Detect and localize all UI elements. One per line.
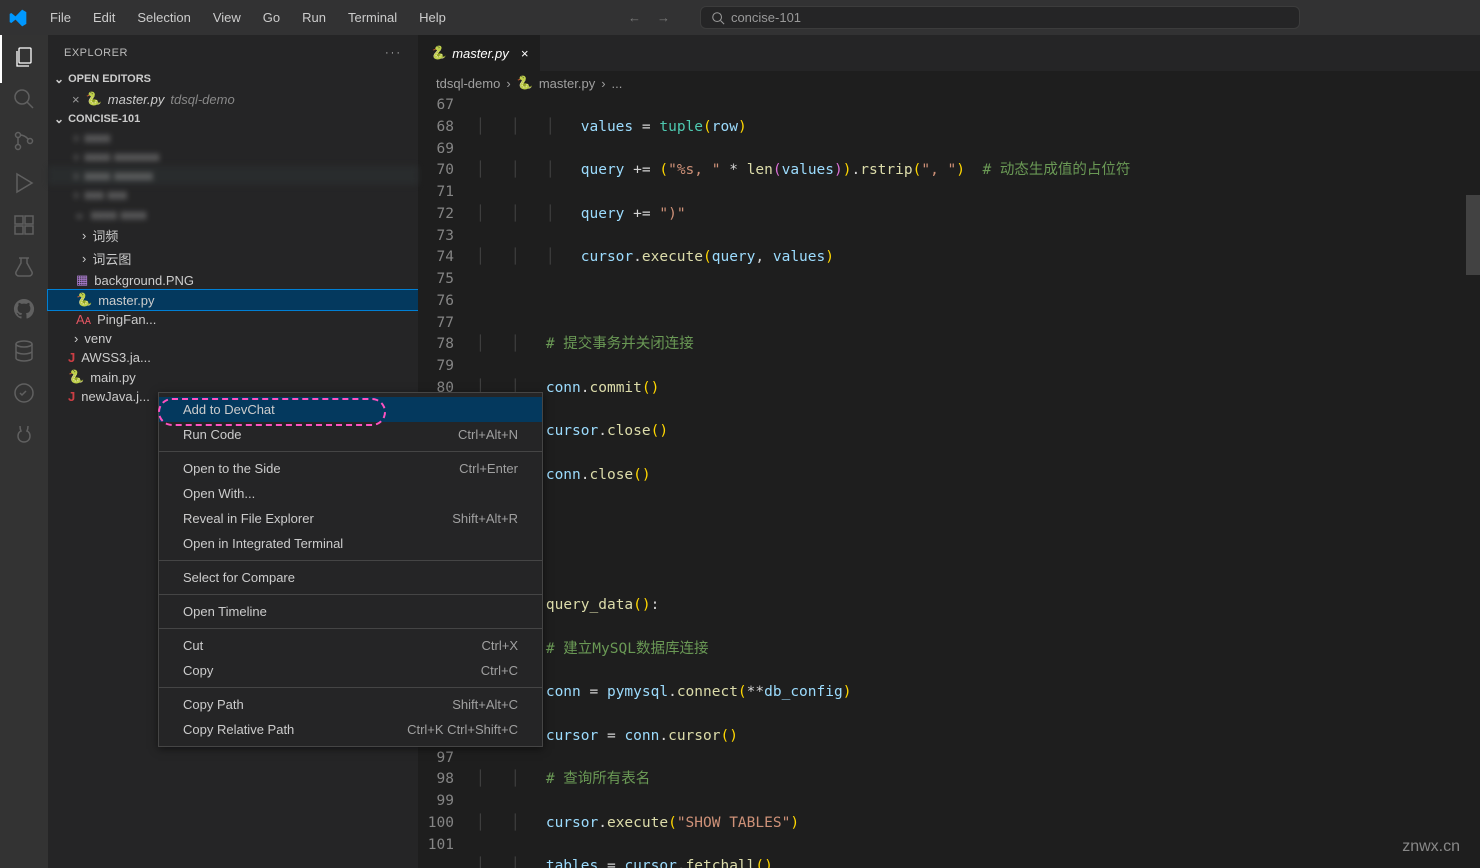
- code-content[interactable]: │ │ │ values = tuple(row) │ │ │ query +=…: [476, 95, 1480, 868]
- java-icon: J: [68, 389, 75, 404]
- folder-item[interactable]: ›xxxx: [48, 128, 418, 147]
- ctx-open-with[interactable]: Open With...: [159, 481, 542, 506]
- context-menu: Add to DevChat Run CodeCtrl+Alt+N Open t…: [158, 392, 543, 747]
- tab-bar: 🐍 master.py ×: [418, 35, 1480, 71]
- chevron-down-icon: ⌄: [54, 72, 64, 86]
- folder-ciyun[interactable]: ›词云图: [48, 247, 418, 270]
- menu-view[interactable]: View: [203, 6, 251, 29]
- python-icon: 🐍: [68, 369, 84, 385]
- code-editor[interactable]: 6768697071727374757677787980818283848586…: [418, 95, 1480, 868]
- main-menu: File Edit Selection View Go Run Terminal…: [40, 6, 456, 29]
- folder-item[interactable]: ›xxx xxx: [48, 185, 418, 204]
- chevron-right-icon: ›: [82, 228, 86, 243]
- command-center[interactable]: concise-101: [700, 6, 1300, 29]
- run-debug-icon[interactable]: [12, 171, 36, 195]
- ctx-reveal[interactable]: Reveal in File ExplorerShift+Alt+R: [159, 506, 542, 531]
- ctx-open-timeline[interactable]: Open Timeline: [159, 599, 542, 624]
- explorer-title: EXPLORER: [64, 47, 128, 59]
- chevron-right-icon: ›: [506, 76, 510, 91]
- python-icon: 🐍: [86, 91, 102, 107]
- scrollbar-thumb[interactable]: [1466, 195, 1480, 275]
- ctx-copy[interactable]: CopyCtrl+C: [159, 658, 542, 683]
- rabbit-icon[interactable]: [12, 423, 36, 447]
- folder-item[interactable]: ›xxxx xxxxxx: [48, 166, 418, 185]
- nav-arrows: ← →: [628, 10, 680, 25]
- file-background[interactable]: ▦background.PNG: [48, 270, 418, 290]
- ctx-open-side[interactable]: Open to the SideCtrl+Enter: [159, 456, 542, 481]
- menu-terminal[interactable]: Terminal: [338, 6, 407, 29]
- ctx-copy-path[interactable]: Copy PathShift+Alt+C: [159, 692, 542, 717]
- nav-back-icon[interactable]: ←: [628, 10, 641, 25]
- breadcrumb-folder[interactable]: tdsql-demo: [436, 76, 500, 91]
- python-icon: 🐍: [76, 292, 92, 308]
- python-icon: 🐍: [517, 75, 533, 91]
- testing-icon[interactable]: [12, 255, 36, 279]
- menu-edit[interactable]: Edit: [83, 6, 125, 29]
- menu-go[interactable]: Go: [253, 6, 290, 29]
- ctx-run-code[interactable]: Run CodeCtrl+Alt+N: [159, 422, 542, 447]
- folder-item[interactable]: ⌄xxxx xxxx: [48, 204, 418, 224]
- database-icon[interactable]: [12, 339, 36, 363]
- editor-area: 🐍 master.py × tdsql-demo › 🐍 master.py ›…: [418, 35, 1480, 868]
- more-icon[interactable]: ···: [385, 47, 402, 59]
- menu-selection[interactable]: Selection: [127, 6, 200, 29]
- chevron-right-icon: ›: [74, 331, 78, 346]
- image-icon: ▦: [76, 272, 88, 288]
- vscode-icon: [8, 8, 28, 28]
- file-mainpy[interactable]: 🐍main.py: [48, 367, 418, 387]
- search-activity-icon[interactable]: [12, 87, 36, 111]
- font-icon: Aᴀ: [76, 312, 91, 327]
- folder-item[interactable]: ›xxxx xxxxxxx: [48, 147, 418, 166]
- watermark: znwx.cn: [1402, 838, 1460, 856]
- tab-label: master.py: [452, 46, 509, 61]
- open-editor-filename: master.py: [108, 92, 165, 107]
- open-editor-item[interactable]: × 🐍 master.py tdsql-demo: [48, 88, 418, 110]
- activity-bar: [0, 35, 48, 868]
- extensions-icon[interactable]: [12, 213, 36, 237]
- file-awss3[interactable]: JAWSS3.ja...: [48, 348, 418, 367]
- menu-help[interactable]: Help: [409, 6, 456, 29]
- file-master[interactable]: 🐍master.py: [48, 290, 418, 310]
- ctx-cut[interactable]: CutCtrl+X: [159, 633, 542, 658]
- github-icon[interactable]: [12, 297, 36, 321]
- tab-master[interactable]: 🐍 master.py ×: [418, 35, 541, 71]
- open-editors-label: OPEN EDITORS: [68, 73, 151, 85]
- ctx-select-compare[interactable]: Select for Compare: [159, 565, 542, 590]
- menu-file[interactable]: File: [40, 6, 81, 29]
- file-pingfan[interactable]: AᴀPingFan...: [48, 310, 418, 329]
- close-icon[interactable]: ×: [521, 46, 529, 61]
- ctx-add-devchat[interactable]: Add to DevChat: [159, 397, 542, 422]
- menu-run[interactable]: Run: [292, 6, 336, 29]
- ctx-copy-rel-path[interactable]: Copy Relative PathCtrl+K Ctrl+Shift+C: [159, 717, 542, 742]
- breadcrumb[interactable]: tdsql-demo › 🐍 master.py › ...: [418, 71, 1480, 95]
- source-control-icon[interactable]: [12, 129, 36, 153]
- java-icon: J: [68, 350, 75, 365]
- breadcrumb-more[interactable]: ...: [612, 76, 623, 91]
- workspace-header[interactable]: ⌄ CONCISE-101: [48, 110, 418, 128]
- devchat-icon[interactable]: [12, 381, 36, 405]
- chevron-down-icon: ⌄: [54, 112, 64, 126]
- close-icon[interactable]: ×: [72, 92, 80, 107]
- explorer-icon[interactable]: [12, 45, 36, 69]
- chevron-right-icon: ›: [82, 251, 86, 266]
- sidebar-header: EXPLORER ···: [48, 35, 418, 70]
- breadcrumb-file[interactable]: master.py: [539, 76, 595, 91]
- workspace-name: CONCISE-101: [68, 113, 140, 125]
- search-icon: [711, 11, 725, 25]
- title-bar: File Edit Selection View Go Run Terminal…: [0, 0, 1480, 35]
- python-icon: 🐍: [430, 45, 446, 61]
- nav-forward-icon[interactable]: →: [657, 10, 670, 25]
- folder-venv[interactable]: ›venv: [48, 329, 418, 348]
- search-text: concise-101: [731, 10, 801, 25]
- open-editors-header[interactable]: ⌄ OPEN EDITORS: [48, 70, 418, 88]
- open-editor-folder: tdsql-demo: [170, 92, 234, 107]
- ctx-open-term[interactable]: Open in Integrated Terminal: [159, 531, 542, 556]
- chevron-right-icon: ›: [601, 76, 605, 91]
- folder-cipin[interactable]: ›词频: [48, 224, 418, 247]
